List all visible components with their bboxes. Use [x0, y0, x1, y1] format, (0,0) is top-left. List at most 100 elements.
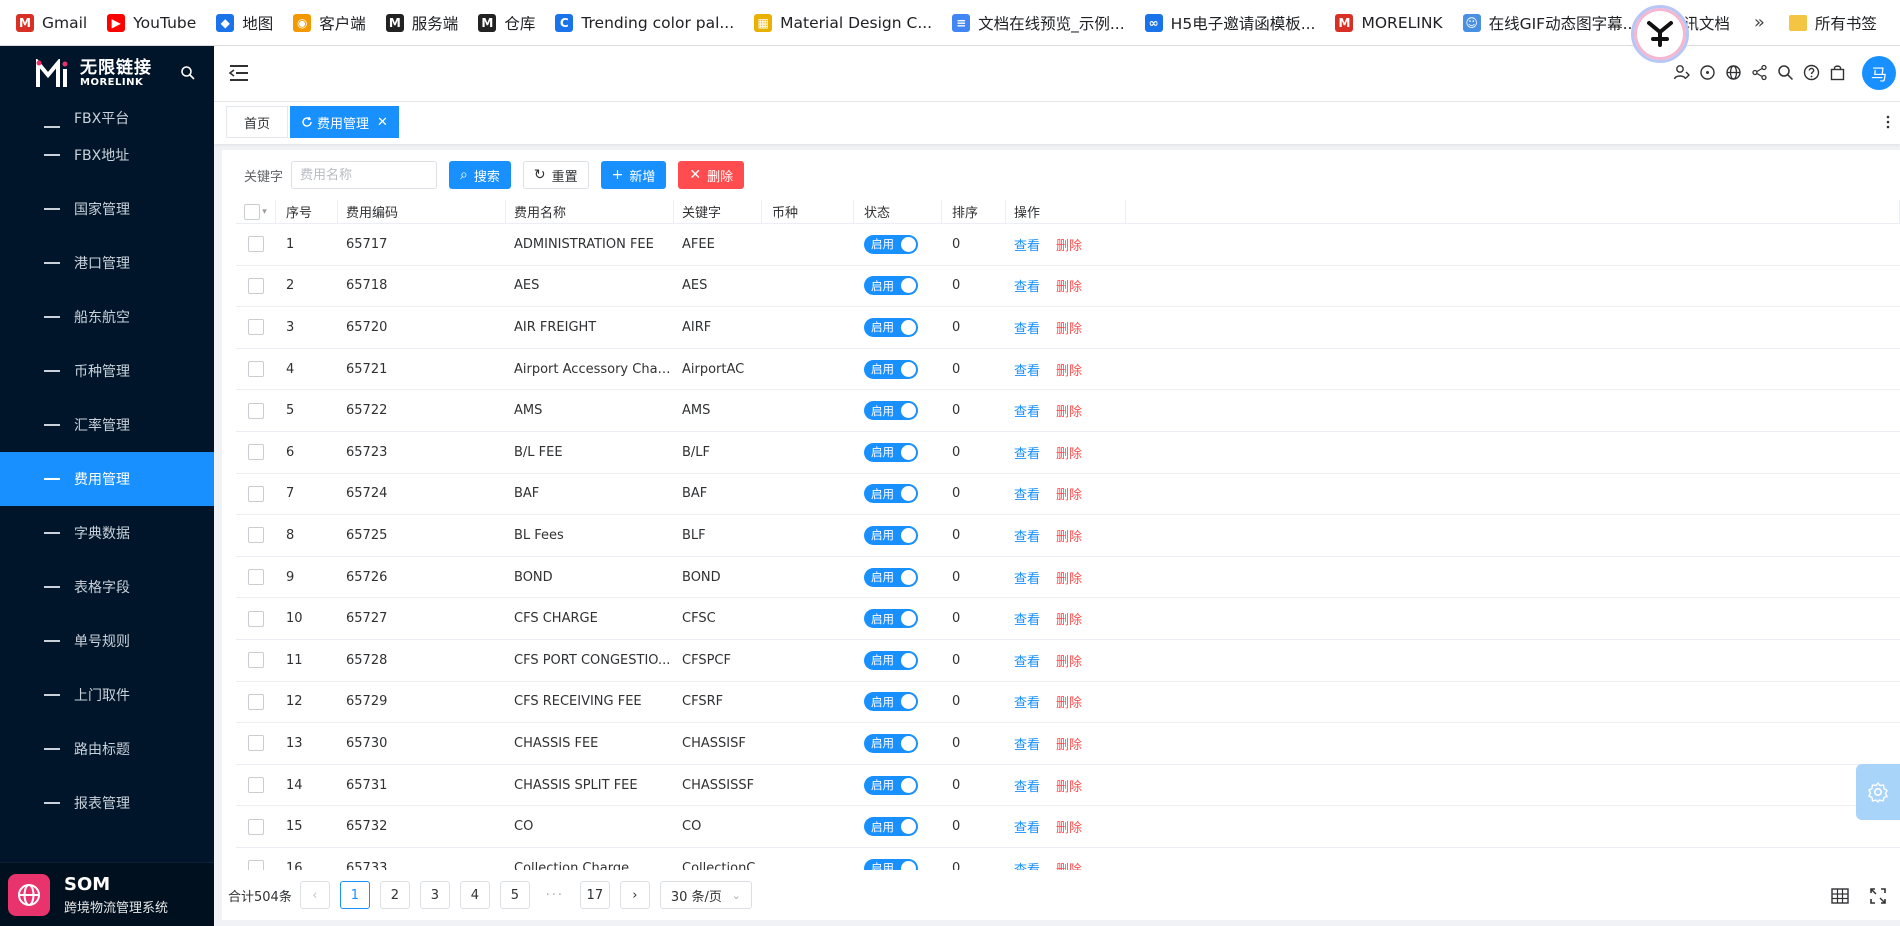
- row-checkbox[interactable]: [248, 485, 264, 502]
- fee-name-input[interactable]: [291, 161, 438, 189]
- more-vertical-icon[interactable]: [1886, 114, 1890, 130]
- table-row[interactable]: 8 65725 BL Fees BLF 启用 0 查看 删除: [236, 515, 1900, 557]
- all-bookmarks-folder[interactable]: 所有书签: [1779, 8, 1887, 38]
- sidebar-item[interactable]: 汇率管理: [0, 398, 214, 452]
- bookmark-item[interactable]: C Trending color pal...: [545, 8, 744, 38]
- add-button[interactable]: + 新增: [600, 161, 667, 189]
- bookmark-item[interactable]: M Gmail: [6, 8, 97, 38]
- table-row[interactable]: 14 65731 CHASSIS SPLIT FEE CHASSISSF 启用 …: [236, 765, 1900, 807]
- page-last[interactable]: 17: [579, 881, 610, 909]
- share-icon[interactable]: [1751, 64, 1768, 81]
- bookmark-item[interactable]: ≡ 文档在线预览_示例...: [942, 8, 1135, 38]
- status-toggle[interactable]: 启用: [864, 401, 918, 421]
- bookmark-item[interactable]: ☺ 在线GIF动态图字幕...: [1453, 8, 1648, 38]
- delete-link[interactable]: 删除: [1056, 322, 1082, 337]
- table-row[interactable]: 6 65723 B/L FEE B/LF 启用 0 查看 删除: [236, 432, 1900, 474]
- delete-link[interactable]: 删除: [1056, 530, 1082, 545]
- table-row[interactable]: 16 65733 Collection Charge CollectionC 启…: [236, 848, 1900, 870]
- table-row[interactable]: 11 65728 CFS PORT CONGESTIO... CFSPCF 启用…: [236, 640, 1900, 682]
- row-checkbox[interactable]: [248, 818, 264, 835]
- page-size-select[interactable]: 30 条/页 ⌄: [659, 881, 752, 909]
- status-toggle[interactable]: 启用: [864, 276, 918, 296]
- row-checkbox[interactable]: [248, 610, 264, 627]
- delete-link[interactable]: 删除: [1056, 364, 1082, 379]
- delete-link[interactable]: 删除: [1056, 780, 1082, 795]
- delete-link[interactable]: 删除: [1056, 572, 1082, 587]
- view-link[interactable]: 查看: [1014, 488, 1040, 503]
- status-toggle[interactable]: 启用: [864, 733, 918, 753]
- row-checkbox[interactable]: [248, 777, 264, 794]
- bookmarks-overflow-button[interactable]: »: [1740, 12, 1779, 33]
- sidebar-item[interactable]: 船东航空: [0, 290, 214, 344]
- prev-page-button[interactable]: ‹: [299, 881, 330, 909]
- row-checkbox[interactable]: [248, 361, 264, 378]
- status-toggle[interactable]: 启用: [864, 692, 918, 712]
- row-checkbox[interactable]: [248, 693, 264, 710]
- row-checkbox[interactable]: [248, 277, 264, 294]
- status-toggle[interactable]: 启用: [864, 567, 918, 587]
- sidebar-item[interactable]: 报表管理: [0, 776, 214, 830]
- tab-home[interactable]: 首页: [226, 106, 288, 138]
- sidebar-item[interactable]: 港口管理: [0, 236, 214, 290]
- table-row[interactable]: 13 65730 CHASSIS FEE CHASSISF 启用 0 查看 删除: [236, 723, 1900, 765]
- view-link[interactable]: 查看: [1014, 239, 1040, 254]
- bookmark-item[interactable]: ◆ 地图: [206, 8, 283, 38]
- view-link[interactable]: 查看: [1014, 322, 1040, 337]
- sidebar-item[interactable]: 国家管理: [0, 182, 214, 236]
- chevron-down-icon[interactable]: ▾: [262, 207, 267, 217]
- table-row[interactable]: 3 65720 AIR FREIGHT AIRF 启用 0 查看 删除: [236, 307, 1900, 349]
- reset-button[interactable]: ↻ 重置: [522, 161, 589, 189]
- bookmark-item[interactable]: ▶ YouTube: [97, 8, 206, 38]
- table-row[interactable]: 12 65729 CFS RECEIVING FEE CFSRF 启用 0 查看…: [236, 682, 1900, 724]
- view-link[interactable]: 查看: [1014, 738, 1040, 753]
- row-checkbox[interactable]: [248, 527, 264, 544]
- help-icon[interactable]: [1803, 64, 1820, 81]
- delete-link[interactable]: 删除: [1056, 821, 1082, 836]
- refresh-icon[interactable]: [301, 116, 313, 128]
- bookmark-item[interactable]: M 服务端: [376, 8, 469, 38]
- view-link[interactable]: 查看: [1014, 280, 1040, 295]
- delete-link[interactable]: 删除: [1056, 696, 1082, 711]
- table-row[interactable]: 15 65732 CO CO 启用 0 查看 删除: [236, 806, 1900, 848]
- sidebar-item[interactable]: 单号规则: [0, 614, 214, 668]
- status-toggle[interactable]: 启用: [864, 484, 918, 504]
- tab-close-icon[interactable]: ✕: [377, 115, 388, 130]
- settings-gear-icon[interactable]: [1856, 764, 1900, 820]
- status-toggle[interactable]: 启用: [864, 442, 918, 462]
- avatar[interactable]: 马: [1862, 56, 1896, 90]
- view-link[interactable]: 查看: [1014, 530, 1040, 545]
- view-link[interactable]: 查看: [1014, 613, 1040, 628]
- menu-collapse-icon[interactable]: [228, 62, 250, 84]
- message-icon[interactable]: [1699, 64, 1716, 81]
- table-row[interactable]: 9 65726 BOND BOND 启用 0 查看 删除: [236, 557, 1900, 599]
- bookmark-item[interactable]: ◉ 客户端: [283, 8, 376, 38]
- delete-link[interactable]: 删除: [1056, 613, 1082, 628]
- bookmark-item[interactable]: ∞ H5电子邀请函模板...: [1135, 8, 1326, 38]
- globe-icon[interactable]: [1725, 64, 1742, 81]
- row-checkbox[interactable]: [248, 319, 264, 336]
- search-button[interactable]: ⌕ 搜索: [449, 161, 511, 189]
- shopping-bag-icon[interactable]: [1829, 64, 1846, 81]
- sidebar-item[interactable]: 字典数据: [0, 506, 214, 560]
- view-link[interactable]: 查看: [1014, 780, 1040, 795]
- status-toggle[interactable]: 启用: [864, 650, 918, 670]
- status-toggle[interactable]: 启用: [864, 817, 918, 837]
- floating-app-logo-icon[interactable]: [1631, 5, 1689, 63]
- row-checkbox[interactable]: [248, 860, 264, 870]
- table-row[interactable]: 5 65722 AMS AMS 启用 0 查看 删除: [236, 390, 1900, 432]
- table-columns-icon[interactable]: [1830, 886, 1850, 906]
- delete-link[interactable]: 删除: [1056, 447, 1082, 462]
- delete-link[interactable]: 删除: [1056, 280, 1082, 295]
- page-number-button[interactable]: 3: [419, 881, 450, 909]
- delete-link[interactable]: 删除: [1056, 239, 1082, 254]
- view-link[interactable]: 查看: [1014, 821, 1040, 836]
- status-toggle[interactable]: 启用: [864, 525, 918, 545]
- row-checkbox[interactable]: [248, 402, 264, 419]
- status-toggle[interactable]: 启用: [864, 609, 918, 629]
- table-row[interactable]: 10 65727 CFS CHARGE CFSC 启用 0 查看 删除: [236, 598, 1900, 640]
- page-number-button[interactable]: 5: [499, 881, 530, 909]
- tab-fee-management[interactable]: 费用管理 ✕: [290, 106, 399, 138]
- view-link[interactable]: 查看: [1014, 863, 1040, 870]
- bookmark-item[interactable]: M 仓库: [468, 8, 545, 38]
- bookmark-item[interactable]: M MORELINK: [1325, 8, 1452, 38]
